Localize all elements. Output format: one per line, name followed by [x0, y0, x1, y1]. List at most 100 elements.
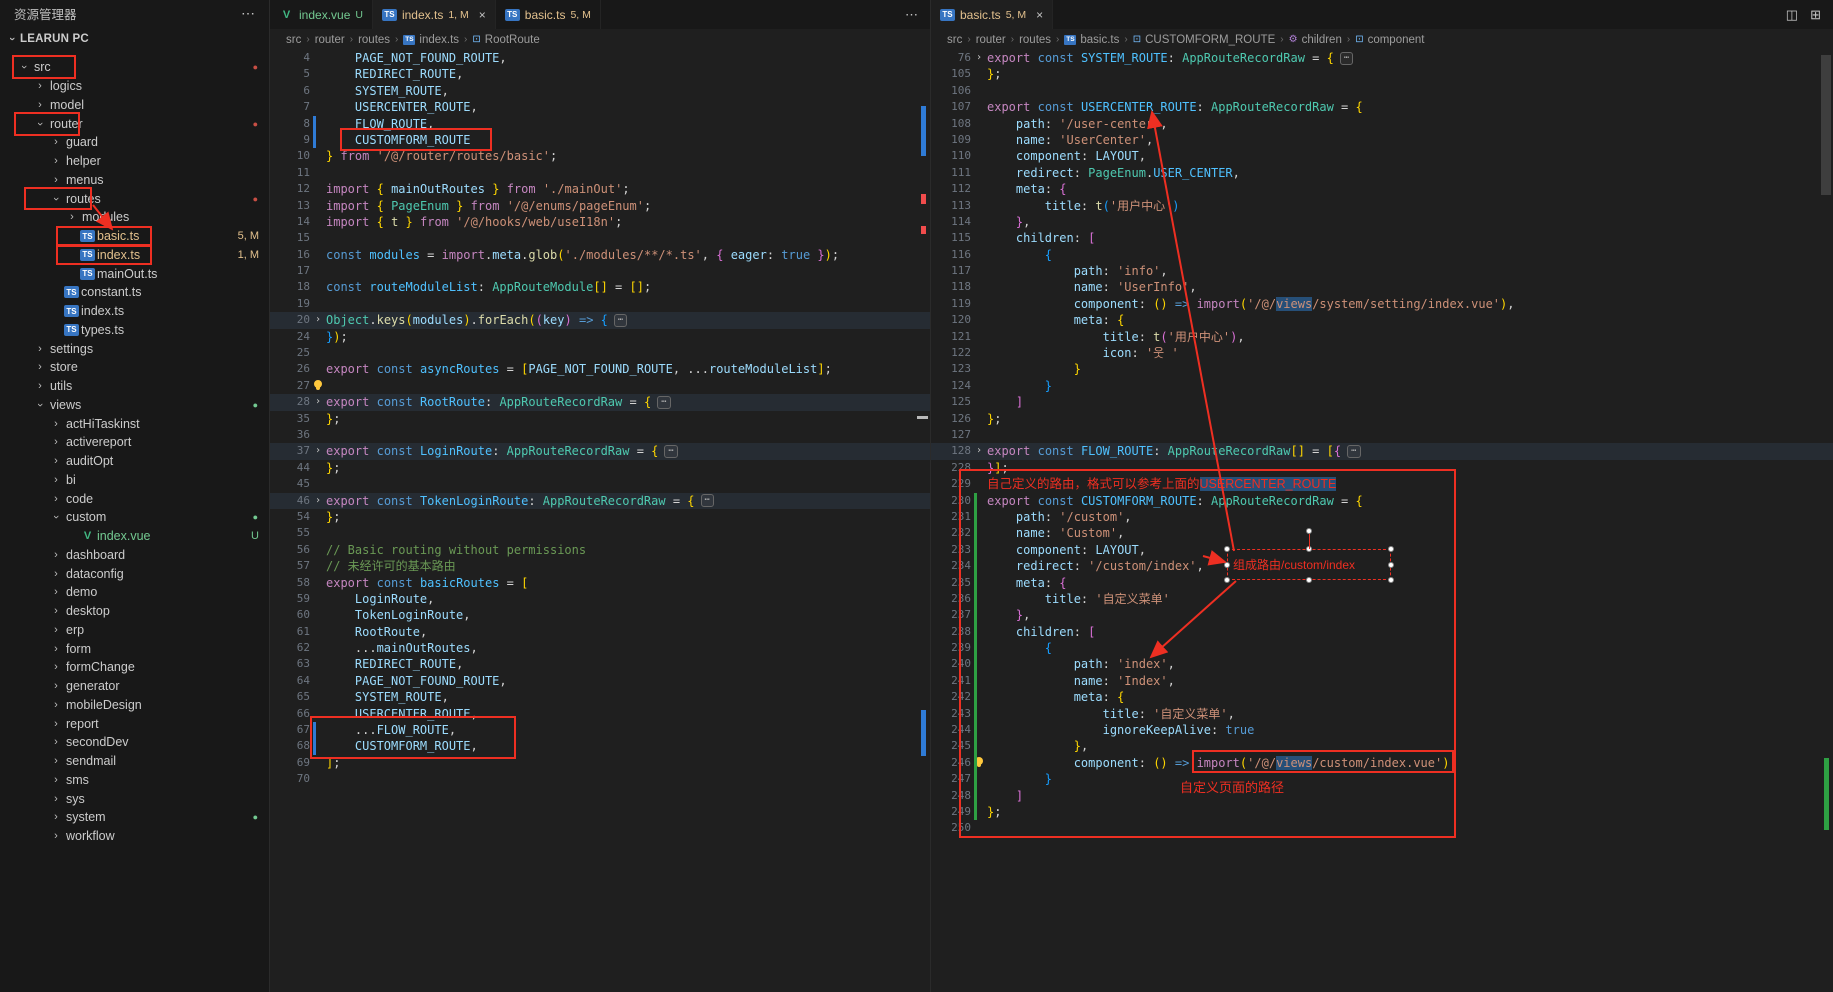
code-line-63[interactable]: 63 REDIRECT_ROUTE,	[270, 656, 930, 672]
code-line-70[interactable]: 70	[270, 771, 930, 787]
code-line-46[interactable]: 46›export const TokenLoginRoute: AppRout…	[270, 493, 930, 509]
code-line-111[interactable]: 111 redirect: PageEnum.USER_CENTER,	[931, 165, 1833, 181]
code-line-122[interactable]: 122 icon: '웃 '	[931, 345, 1833, 361]
code-line-240[interactable]: 240 path: 'index',	[931, 656, 1833, 672]
code-line-13[interactable]: 13import { PageEnum } from '/@/enums/pag…	[270, 198, 930, 214]
explorer-more-icon[interactable]: ⋯	[241, 5, 255, 22]
code-line-37[interactable]: 37›export const LoginRoute: AppRouteReco…	[270, 443, 930, 459]
tree-item-custom[interactable]: ›custom●	[0, 508, 269, 527]
breadcrumb-item[interactable]: index.ts	[419, 34, 459, 46]
tree-item-sendmail[interactable]: ›sendmail	[0, 752, 269, 771]
tree-item-constant.ts[interactable]: TSconstant.ts	[0, 283, 269, 302]
code-line-230[interactable]: 230export const CUSTOMFORM_ROUTE: AppRou…	[931, 493, 1833, 509]
tab-index.vue[interactable]: Vindex.vueU	[270, 0, 373, 29]
code-line-105[interactable]: 105};	[931, 66, 1833, 82]
code-line-108[interactable]: 108 path: '/user-center',	[931, 116, 1833, 132]
code-line-5[interactable]: 5 REDIRECT_ROUTE,	[270, 66, 930, 82]
code-line-233[interactable]: 233 component: LAYOUT,	[931, 542, 1833, 558]
code-line-121[interactable]: 121 title: t('用户中心'),	[931, 329, 1833, 345]
breadcrumb-item[interactable]: component	[1368, 34, 1425, 46]
code-line-128[interactable]: 128›export const FLOW_ROUTE: AppRouteRec…	[931, 443, 1833, 459]
tree-item-index.ts[interactable]: TSindex.ts1, M	[0, 246, 269, 265]
code-line-228[interactable]: 228}];	[931, 460, 1833, 476]
code-line-113[interactable]: 113 title: t('用户中心')	[931, 198, 1833, 214]
code-line-115[interactable]: 115 children: [	[931, 230, 1833, 246]
tree-item-store[interactable]: ›store	[0, 358, 269, 377]
code-line-18[interactable]: 18const routeModuleList: AppRouteModule[…	[270, 279, 930, 295]
code-line-246[interactable]: 246 component: () => import('/@/views/cu…	[931, 755, 1833, 771]
code-line-250[interactable]: 250	[931, 820, 1833, 836]
code-line-247[interactable]: 247 }	[931, 771, 1833, 787]
code-line-243[interactable]: 243 title: '自定义菜单',	[931, 706, 1833, 722]
code-line-68[interactable]: 68 CUSTOMFORM_ROUTE,	[270, 738, 930, 754]
layout-editor-icon[interactable]: ⊞	[1810, 7, 1821, 23]
tree-item-erp[interactable]: ›erp	[0, 621, 269, 640]
code-line-44[interactable]: 44};	[270, 460, 930, 476]
tree-item-generator[interactable]: ›generator	[0, 677, 269, 696]
tree-item-menus[interactable]: ›menus	[0, 171, 269, 190]
code-line-125[interactable]: 125 ]	[931, 394, 1833, 410]
code-line-6[interactable]: 6 SYSTEM_ROUTE,	[270, 83, 930, 99]
folded-code-badge[interactable]: ⋯	[657, 396, 670, 409]
code-line-14[interactable]: 14import { t } from '/@/hooks/web/useI18…	[270, 214, 930, 230]
fold-chevron-icon[interactable]: ›	[310, 312, 326, 328]
close-icon[interactable]: ×	[479, 8, 486, 22]
code-line-57[interactable]: 57// 未经许可的基本路由	[270, 558, 930, 574]
lightbulb-icon[interactable]	[314, 380, 322, 388]
breadcrumb-item[interactable]: routes	[358, 34, 390, 46]
code-line-119[interactable]: 119 component: () => import('/@/views/sy…	[931, 296, 1833, 312]
code-line-45[interactable]: 45	[270, 476, 930, 492]
tree-item-modules[interactable]: ›modules	[0, 208, 269, 227]
close-icon[interactable]: ×	[1036, 8, 1043, 22]
code-line-118[interactable]: 118 name: 'UserInfo',	[931, 279, 1833, 295]
code-line-238[interactable]: 238 children: [	[931, 624, 1833, 640]
tree-item-settings[interactable]: ›settings	[0, 339, 269, 358]
tree-item-workflow[interactable]: ›workflow	[0, 827, 269, 846]
code-line-62[interactable]: 62 ...mainOutRoutes,	[270, 640, 930, 656]
tab-basic.ts[interactable]: TSbasic.ts5, M×	[931, 0, 1053, 29]
code-line-10[interactable]: 10} from '/@/router/routes/basic';	[270, 148, 930, 164]
code-line-249[interactable]: 249};	[931, 804, 1833, 820]
code-line-116[interactable]: 116 {	[931, 247, 1833, 263]
code-line-124[interactable]: 124 }	[931, 378, 1833, 394]
fold-chevron-icon[interactable]: ›	[310, 394, 326, 410]
tree-item-logics[interactable]: ›logics	[0, 77, 269, 96]
tree-item-utils[interactable]: ›utils	[0, 377, 269, 396]
code-line-8[interactable]: 8 FLOW_ROUTE,	[270, 116, 930, 132]
breadcrumb-item[interactable]: router	[315, 34, 345, 46]
tab-index.ts[interactable]: TSindex.ts1, M×	[373, 0, 496, 29]
code-line-237[interactable]: 237 },	[931, 607, 1833, 623]
tree-item-mobileDesign[interactable]: ›mobileDesign	[0, 696, 269, 715]
tree-item-src[interactable]: ›src●	[0, 58, 269, 77]
code-line-112[interactable]: 112 meta: {	[931, 181, 1833, 197]
code-line-76[interactable]: 76›export const SYSTEM_ROUTE: AppRouteRe…	[931, 50, 1833, 66]
code-line-66[interactable]: 66 USERCENTER_ROUTE,	[270, 706, 930, 722]
code-line-64[interactable]: 64 PAGE_NOT_FOUND_ROUTE,	[270, 673, 930, 689]
tree-item-activereport[interactable]: ›activereport	[0, 433, 269, 452]
code-line-55[interactable]: 55	[270, 525, 930, 541]
code-line-239[interactable]: 239 {	[931, 640, 1833, 656]
code-line-236[interactable]: 236 title: '自定义菜单'	[931, 591, 1833, 607]
code-line-59[interactable]: 59 LoginRoute,	[270, 591, 930, 607]
code-line-20[interactable]: 20›Object.keys(modules).forEach((key) =>…	[270, 312, 930, 328]
code-line-114[interactable]: 114 },	[931, 214, 1833, 230]
breadcrumb-item[interactable]: router	[976, 34, 1006, 46]
folded-code-badge[interactable]: ⋯	[614, 314, 627, 327]
tree-item-secondDev[interactable]: ›secondDev	[0, 733, 269, 752]
tree-item-router[interactable]: ›router●	[0, 114, 269, 133]
overview-ruler[interactable]	[916, 46, 930, 992]
code-line-127[interactable]: 127	[931, 427, 1833, 443]
code-line-26[interactable]: 26export const asyncRoutes = [PAGE_NOT_F…	[270, 361, 930, 377]
code-line-15[interactable]: 15	[270, 230, 930, 246]
tree-item-index.vue[interactable]: Vindex.vueU	[0, 527, 269, 546]
more-editor-icon[interactable]: ⋯	[905, 7, 918, 23]
tree-item-index.ts[interactable]: TSindex.ts	[0, 302, 269, 321]
breadcrumb-item[interactable]: basic.ts	[1080, 34, 1119, 46]
code-line-110[interactable]: 110 component: LAYOUT,	[931, 148, 1833, 164]
code-line-11[interactable]: 11	[270, 165, 930, 181]
code-line-61[interactable]: 61 RootRoute,	[270, 624, 930, 640]
code-line-16[interactable]: 16const modules = import.meta.glob('./mo…	[270, 247, 930, 263]
code-line-67[interactable]: 67 ...FLOW_ROUTE,	[270, 722, 930, 738]
split-editor-icon[interactable]: ◫	[1786, 7, 1798, 23]
tree-item-routes[interactable]: ›routes●	[0, 189, 269, 208]
